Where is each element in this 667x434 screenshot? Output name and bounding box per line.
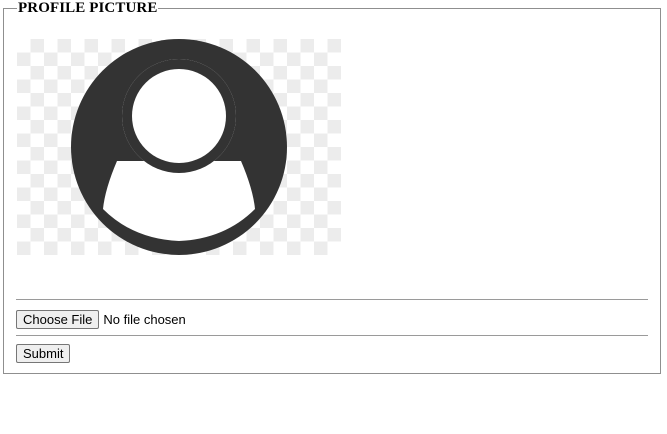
divider [16,299,648,300]
divider [16,335,648,336]
user-avatar-icon [71,39,287,255]
fieldset-legend: PROFILE PICTURE [17,0,159,17]
file-status-text: No file chosen [103,312,186,327]
file-input[interactable]: Choose File No file chosen [16,309,186,330]
profile-picture-fieldset: PROFILE PICTURE Choose File No file chos… [3,0,661,374]
choose-file-button[interactable]: Choose File [16,310,100,329]
avatar-preview [17,39,341,255]
submit-button[interactable]: Submit [16,344,71,363]
